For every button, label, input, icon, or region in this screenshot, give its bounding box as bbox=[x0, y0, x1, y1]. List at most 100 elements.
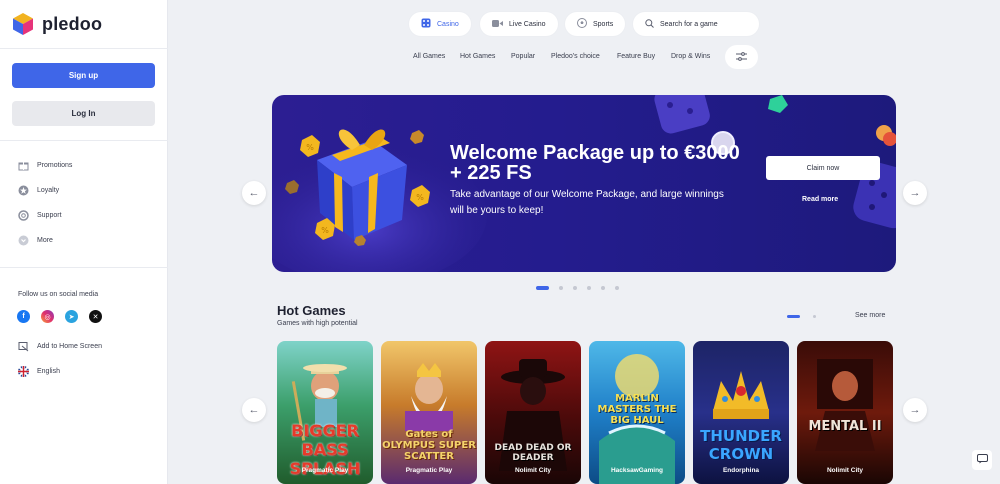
signup-button[interactable]: Sign up bbox=[12, 63, 155, 88]
divider bbox=[0, 267, 168, 268]
sidebar-item-support[interactable]: Support bbox=[18, 210, 62, 221]
search-placeholder: Search for a game bbox=[660, 20, 718, 28]
svg-text:%: % bbox=[416, 193, 424, 202]
sidebar-item-label: More bbox=[37, 237, 53, 244]
svg-text:%: % bbox=[321, 226, 329, 235]
game-card[interactable]: Gates of OLYMPUS SUPER SCATTER Pragmatic… bbox=[381, 341, 477, 484]
tab-sports[interactable]: Sports bbox=[565, 12, 626, 36]
banner-title: Welcome Package up to €3000 + 225 FS bbox=[450, 142, 740, 184]
ball-icon bbox=[577, 18, 587, 30]
category-hot-games[interactable]: Hot Games bbox=[460, 53, 495, 60]
game-provider: HacksawGaming bbox=[610, 467, 664, 474]
sidebar-item-loyalty[interactable]: Loyalty bbox=[18, 185, 59, 196]
tab-label: Sports bbox=[593, 20, 614, 28]
category-pledoos-choice[interactable]: Pledoo's choice bbox=[551, 53, 600, 60]
game-card[interactable]: MENTAL II Nolimit City bbox=[797, 341, 893, 484]
game-title-art: Gates of OLYMPUS SUPER SCATTER bbox=[382, 429, 476, 462]
tab-label: Casino bbox=[437, 20, 459, 28]
tab-casino[interactable]: Casino bbox=[409, 12, 471, 36]
filter-button[interactable] bbox=[725, 45, 758, 69]
category-feature-buy[interactable]: Feature Buy bbox=[617, 53, 655, 60]
sidebar-item-label: Promotions bbox=[37, 162, 73, 169]
arrow-left-icon: ← bbox=[248, 404, 260, 416]
game-card[interactable]: MARLIN MASTERS THE BIG HAUL HacksawGamin… bbox=[589, 341, 685, 484]
camera-icon bbox=[492, 19, 503, 30]
pagination-dot[interactable] bbox=[601, 286, 605, 290]
arrow-left-icon: ← bbox=[248, 187, 260, 199]
game-card[interactable]: BIGGER BASS SPLASH Pragmatic Play bbox=[277, 341, 373, 484]
game-card[interactable]: DEAD DEAD OR DEADER Nolimit City bbox=[485, 341, 581, 484]
game-provider: Pragmatic Play bbox=[301, 467, 349, 474]
sidebar-item-promotions[interactable]: Promotions bbox=[18, 160, 72, 171]
game-card[interactable]: THUNDER CROWN Endorphina bbox=[693, 341, 789, 484]
game-provider: Nolimit City bbox=[514, 467, 552, 474]
arrow-right-icon: → bbox=[909, 404, 921, 416]
gift-icon bbox=[18, 160, 29, 171]
facebook-icon[interactable]: f bbox=[17, 310, 30, 323]
chevron-down-icon bbox=[18, 235, 29, 246]
game-provider: Nolimit City bbox=[826, 467, 864, 474]
category-all-games[interactable]: All Games bbox=[413, 53, 445, 60]
games-pagination-dot[interactable] bbox=[787, 315, 800, 318]
pagination-dot[interactable] bbox=[536, 286, 549, 290]
tab-live-casino[interactable]: Live Casino bbox=[480, 12, 558, 36]
sidebar-item-label: Support bbox=[37, 212, 62, 219]
game-title-art: MARLIN MASTERS THE BIG HAUL bbox=[597, 393, 677, 426]
claim-now-button[interactable]: Claim now bbox=[766, 156, 880, 180]
lifebuoy-icon bbox=[18, 210, 29, 221]
section-subtitle: Games with high potential bbox=[277, 320, 358, 327]
pagination-dot[interactable] bbox=[573, 286, 577, 290]
games-prev-button[interactable]: ← bbox=[242, 398, 266, 422]
banner-subtitle: Take advantage of our Welcome Package, a… bbox=[450, 189, 724, 216]
search-input[interactable]: Search for a game bbox=[633, 12, 759, 36]
pagination-dot[interactable] bbox=[615, 286, 619, 290]
add-to-home-screen[interactable]: Add to Home Screen bbox=[18, 341, 102, 352]
social-links: f ◎ ➤ ✕ bbox=[17, 310, 102, 323]
game-thumbnail bbox=[815, 359, 875, 451]
login-button[interactable]: Log In bbox=[12, 101, 155, 126]
read-more-link[interactable]: Read more bbox=[802, 196, 838, 203]
star-icon bbox=[18, 185, 29, 196]
chat-icon bbox=[976, 451, 988, 469]
divider bbox=[0, 140, 168, 141]
instagram-icon[interactable]: ◎ bbox=[41, 310, 54, 323]
sidebar-item-label: Loyalty bbox=[37, 187, 60, 194]
banner-pagination bbox=[536, 286, 619, 290]
game-thumbnail bbox=[405, 363, 453, 431]
casino-icon bbox=[421, 18, 431, 30]
games-pagination-dot[interactable] bbox=[813, 315, 816, 318]
add-to-screen-icon bbox=[18, 341, 29, 352]
banner-artwork: % % % bbox=[272, 95, 896, 272]
sliders-icon bbox=[736, 48, 747, 66]
banner-next-button[interactable]: → bbox=[903, 181, 927, 205]
sidebar-item-more[interactable]: More bbox=[18, 235, 53, 246]
section-title: Hot Games bbox=[277, 303, 346, 318]
game-title-art: THUNDER CROWN bbox=[700, 427, 782, 463]
game-provider: Pragmatic Play bbox=[405, 467, 453, 474]
promo-banner[interactable]: % % % Welcome Package up to €3000 + 225 … bbox=[272, 95, 896, 272]
game-title-art: DEAD DEAD OR DEADER bbox=[494, 443, 572, 463]
divider bbox=[0, 48, 168, 49]
category-popular[interactable]: Popular bbox=[511, 53, 535, 60]
x-icon[interactable]: ✕ bbox=[89, 310, 102, 323]
game-provider: Endorphina bbox=[722, 467, 760, 474]
language-selector[interactable]: English bbox=[18, 366, 60, 377]
category-drop-wins[interactable]: Drop & Wins bbox=[671, 53, 710, 60]
search-icon bbox=[645, 18, 654, 30]
arrow-right-icon: → bbox=[909, 187, 921, 199]
social-title: Follow us on social media bbox=[18, 291, 99, 298]
banner-prev-button[interactable]: ← bbox=[242, 181, 266, 205]
logo[interactable]: pledoo bbox=[12, 12, 102, 36]
pagination-dot[interactable] bbox=[559, 286, 563, 290]
tab-label: Live Casino bbox=[509, 20, 546, 28]
chat-button[interactable] bbox=[972, 450, 992, 470]
language-label: English bbox=[37, 368, 60, 375]
telegram-icon[interactable]: ➤ bbox=[65, 310, 78, 323]
pagination-dot[interactable] bbox=[587, 286, 591, 290]
uk-flag-icon bbox=[18, 366, 29, 377]
sidebar: pledoo Sign up Log In Promotions Loyalty… bbox=[0, 0, 168, 484]
add-home-label: Add to Home Screen bbox=[37, 343, 102, 350]
see-more-link[interactable]: See more bbox=[855, 312, 885, 319]
brand-name: pledoo bbox=[42, 13, 103, 34]
games-next-button[interactable]: → bbox=[903, 398, 927, 422]
